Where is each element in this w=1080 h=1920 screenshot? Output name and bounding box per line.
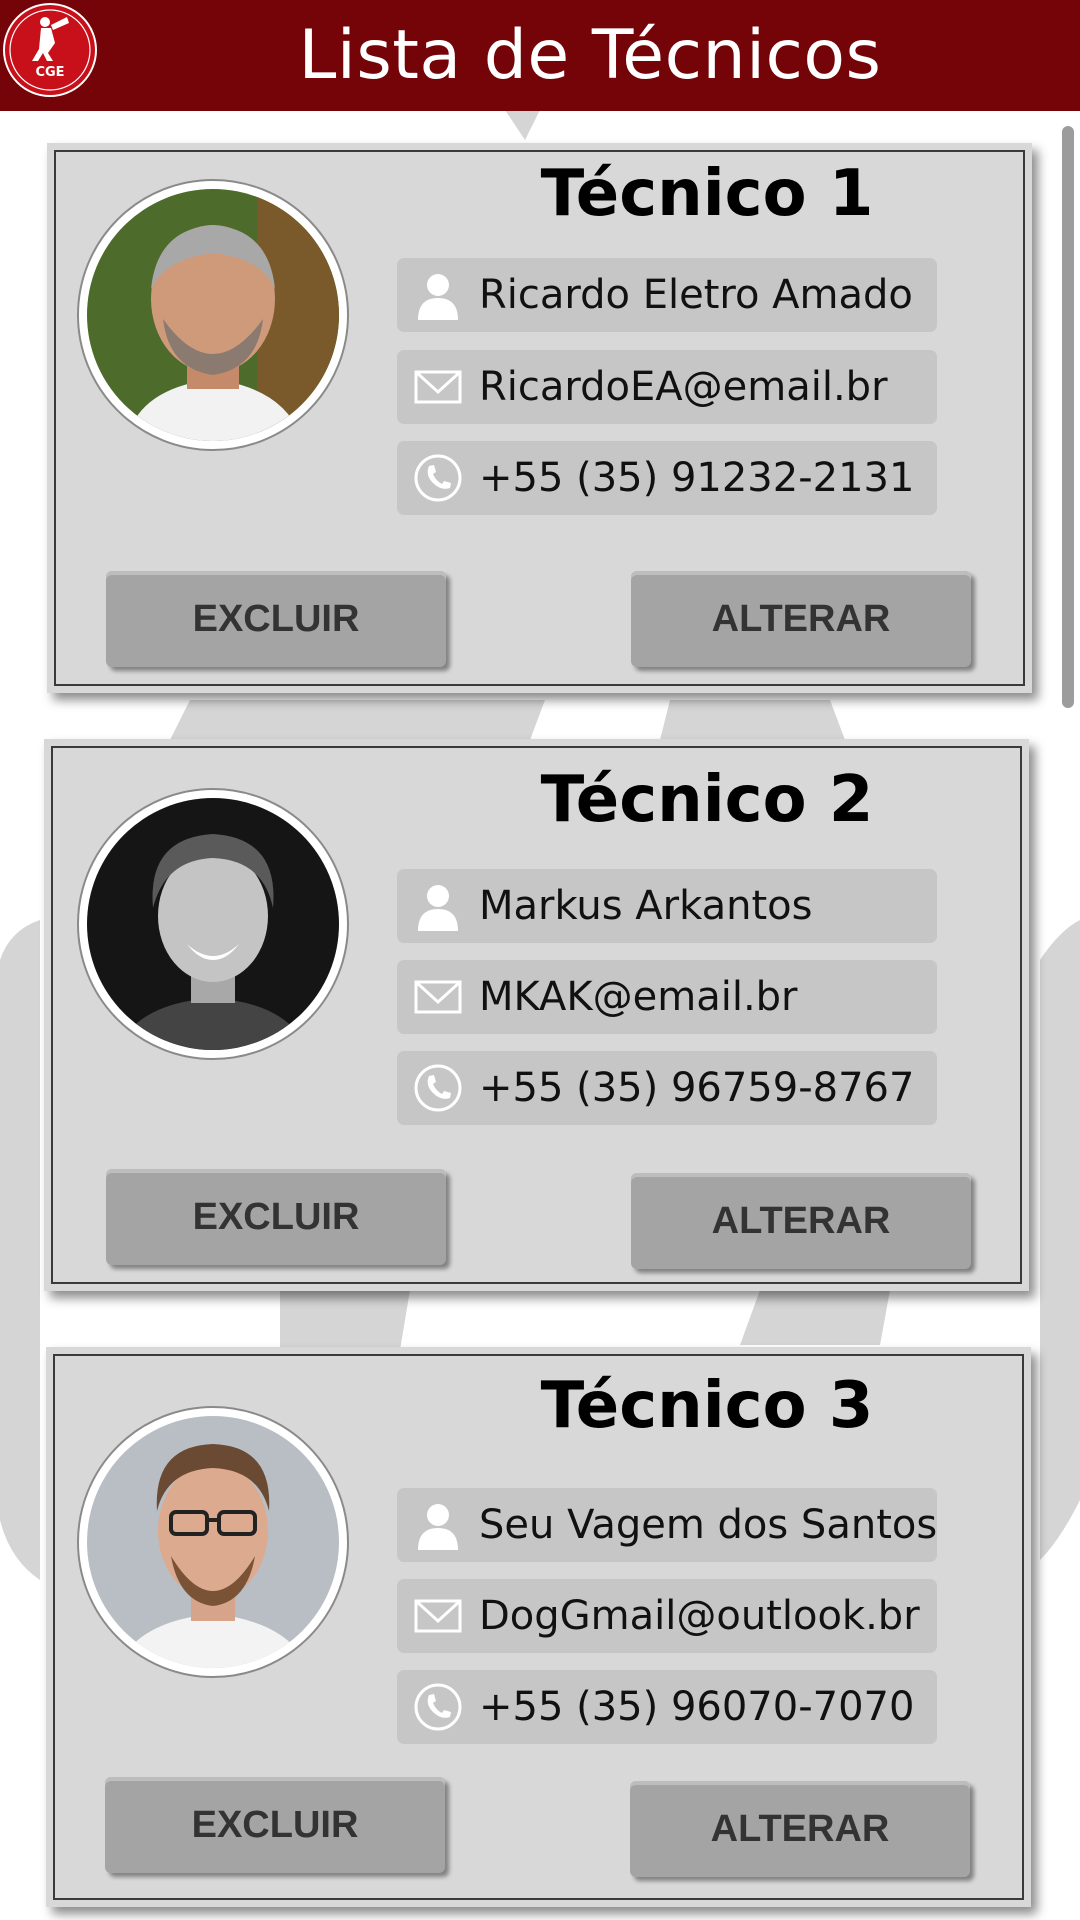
technician-name: Seu Vagem dos Santos [479, 1502, 938, 1548]
scrollbar-thumb[interactable] [1062, 126, 1074, 708]
technician-name: Markus Arkantos [479, 883, 813, 929]
edit-button[interactable]: ALTERAR [631, 571, 971, 667]
page-title: Lista de Técnicos [298, 16, 882, 95]
delete-button[interactable]: EXCLUIR [106, 571, 446, 667]
avatar-photo-man-glasses [87, 1416, 339, 1668]
edit-button[interactable]: ALTERAR [630, 1781, 970, 1877]
delete-button[interactable]: EXCLUIR [106, 1169, 446, 1265]
technician-photo [77, 179, 349, 451]
name-field: Ricardo Eletro Amado [397, 258, 937, 332]
envelope-icon [414, 1599, 462, 1633]
technician-name: Ricardo Eletro Amado [479, 272, 913, 318]
phone-icon [414, 1683, 462, 1731]
technician-photo [77, 1406, 349, 1678]
technician-phone: +55 (35) 91232-2131 [479, 455, 915, 501]
technician-email: RicardoEA@email.br [479, 364, 888, 410]
technician-email: DogGmail@outlook.br [479, 1593, 920, 1639]
technician-photo [77, 788, 349, 1060]
avatar-photo-young-man-bw [87, 798, 339, 1050]
phone-field: +55 (35) 91232-2131 [397, 441, 937, 515]
name-field: Seu Vagem dos Santos [397, 1488, 937, 1562]
delete-button[interactable]: EXCLUIR [105, 1777, 445, 1873]
edit-button[interactable]: ALTERAR [631, 1173, 971, 1269]
email-field: RicardoEA@email.br [397, 350, 937, 424]
person-icon [418, 274, 458, 320]
email-field: DogGmail@outlook.br [397, 1579, 937, 1653]
technician-title: Técnico 3 [540, 1369, 874, 1443]
technician-card: Técnico 2 Markus Arkantos MKAK@email.br [44, 739, 1029, 1291]
phone-icon [414, 1064, 462, 1112]
technician-title: Técnico 2 [540, 763, 874, 837]
name-field: Markus Arkantos [397, 869, 937, 943]
app-header: CGE Lista de Técnicos [0, 0, 1080, 111]
technician-phone: +55 (35) 96759-8767 [479, 1065, 915, 1111]
technician-title: Técnico 1 [540, 157, 874, 231]
email-field: MKAK@email.br [397, 960, 937, 1034]
technician-card: Técnico 1 Ricardo Eletro Amado RicardoEA… [47, 143, 1032, 693]
person-icon [418, 1504, 458, 1550]
person-icon [418, 885, 458, 931]
cge-logo: CGE [3, 3, 97, 97]
technician-card: Técnico 3 Seu Vagem dos Santos DogGmail@… [46, 1347, 1031, 1907]
logo-figure-icon [9, 9, 91, 91]
envelope-icon [414, 980, 462, 1014]
technician-phone: +55 (35) 96070-7070 [479, 1684, 915, 1730]
avatar-photo-older-man [87, 189, 339, 441]
phone-field: +55 (35) 96070-7070 [397, 1670, 937, 1744]
technician-email: MKAK@email.br [479, 974, 798, 1020]
logo-text: CGE [35, 65, 65, 80]
envelope-icon [414, 370, 462, 404]
phone-field: +55 (35) 96759-8767 [397, 1051, 937, 1125]
phone-icon [414, 454, 462, 502]
